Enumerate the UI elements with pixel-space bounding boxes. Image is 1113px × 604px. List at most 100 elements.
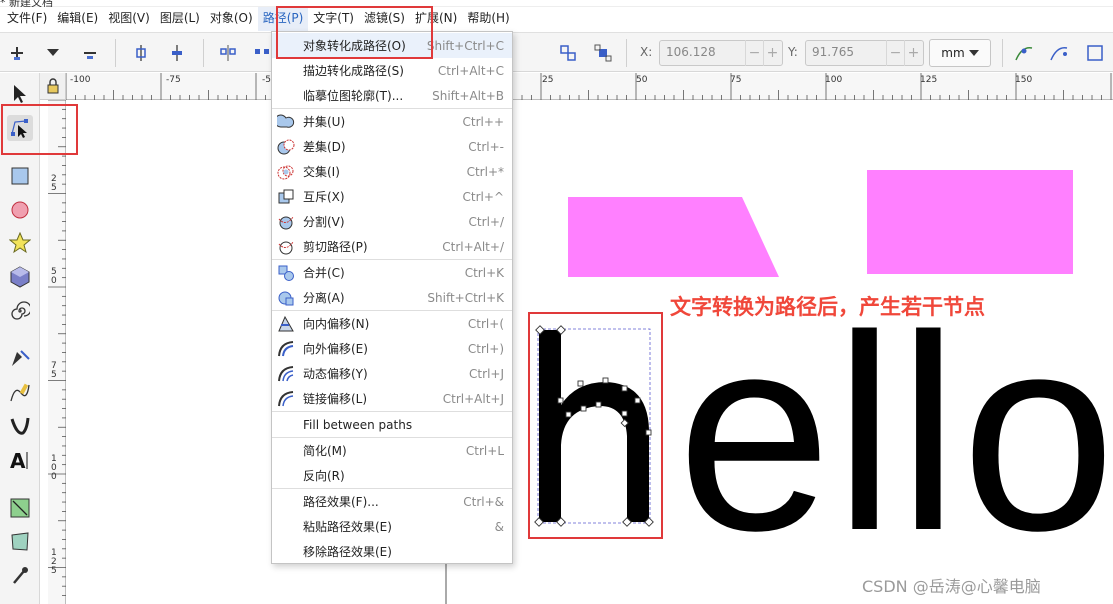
delete-segment-icon[interactable] <box>251 42 273 64</box>
rectangle-tool-icon[interactable] <box>7 163 33 189</box>
menu-linked-offset[interactable]: 链接偏移(L) Ctrl+Alt+J <box>272 386 512 411</box>
menu-dynamic-offset[interactable]: 动态偏移(Y) Ctrl+J <box>272 361 512 386</box>
trapezoid-shape <box>568 197 779 277</box>
menubar: 文件(F) 编辑(E) 视图(V) 图层(L) 对象(O) 路径(P) 文字(T… <box>0 7 1113 31</box>
mesh-tool-icon[interactable] <box>7 529 33 555</box>
menu-extensions[interactable]: 扩展(N) <box>410 7 462 31</box>
menu-division[interactable]: 分割(V) Ctrl+/ <box>272 209 512 234</box>
menu-item-label: 移除路径效果(E) <box>303 545 392 559</box>
hello-remaining-text: ello <box>677 277 1113 588</box>
menu-combine[interactable]: 合并(C) Ctrl+K <box>272 260 512 285</box>
insert-node-icon[interactable] <box>6 42 28 64</box>
menu-item-label: 粘贴路径效果(E) <box>303 520 392 534</box>
menu-cut-path[interactable]: 剪切路径(P) Ctrl+Alt+/ <box>272 234 512 259</box>
menu-remove-path-effect[interactable]: 移除路径效果(E) <box>272 539 512 564</box>
pencil-tool-icon[interactable] <box>7 379 33 405</box>
menu-item-shortcut: Ctrl+Alt+J <box>442 391 504 406</box>
menu-filters[interactable]: 滤镜(S) <box>359 7 410 31</box>
menu-outset[interactable]: 向外偏移(E) Ctrl+) <box>272 336 512 361</box>
menu-view[interactable]: 视图(V) <box>103 7 155 31</box>
menu-item-label: 分割(V) <box>303 215 345 229</box>
menu-item-label: 分离(A) <box>303 291 345 305</box>
menu-file[interactable]: 文件(F) <box>2 7 52 31</box>
menu-stroke-to-path[interactable]: 描边转化成路径(S) Ctrl+Alt+C <box>272 58 512 83</box>
menu-path-effects[interactable]: 路径效果(F)... Ctrl+& <box>272 489 512 514</box>
break-path-icon[interactable] <box>166 42 188 64</box>
gradient-tool-icon[interactable] <box>7 495 33 521</box>
menu-object-to-path[interactable]: 对象转化成路径(O) Shift+Ctrl+C <box>272 33 512 58</box>
calligraphy-tool-icon[interactable] <box>7 413 33 439</box>
3d-box-tool-icon[interactable] <box>7 264 33 290</box>
menu-item-shortcut: Ctrl+- <box>468 139 504 154</box>
menu-item-label: 剪切路径(P) <box>303 240 368 254</box>
menu-item-shortcut: Ctrl+) <box>467 341 504 356</box>
ruler-lock[interactable] <box>40 73 66 100</box>
x-label: X: <box>640 45 653 59</box>
menu-item-label: 并集(U) <box>303 115 346 129</box>
menu-item-label: 向外偏移(E) <box>303 342 368 356</box>
y-increment-button[interactable]: + <box>904 40 922 66</box>
menu-break-apart[interactable]: 分离(A) Shift+Ctrl+K <box>272 285 512 310</box>
show-clip-icon[interactable] <box>1085 42 1107 64</box>
node-tool-icon[interactable] <box>7 115 33 141</box>
difference-icon <box>277 138 295 156</box>
stroke-to-path-icon[interactable] <box>592 42 614 64</box>
ruler-label: 50 <box>51 267 57 286</box>
menu-item-label: 路径效果(F)... <box>303 495 379 509</box>
x-increment-button[interactable]: + <box>763 40 781 66</box>
join-nodes-icon[interactable] <box>130 42 152 64</box>
ruler-label: 150 <box>1015 75 1033 85</box>
menu-trace-bitmap[interactable]: 临摹位图轮廓(T)... Shift+Alt+B <box>272 83 512 108</box>
menu-item-label: 动态偏移(Y) <box>303 367 368 381</box>
spiral-tool-icon[interactable] <box>7 298 33 324</box>
delete-node-icon[interactable] <box>79 42 101 64</box>
menu-text[interactable]: 文字(T) <box>308 7 359 31</box>
menu-reverse[interactable]: 反向(R) <box>272 463 512 488</box>
ruler-label: 25 <box>51 174 57 193</box>
exclusion-icon <box>277 188 295 206</box>
lock-icon <box>47 78 58 94</box>
star-tool-icon[interactable] <box>7 230 33 256</box>
ellipse-tool-icon[interactable] <box>7 197 33 223</box>
ruler-label: 100 <box>825 75 843 85</box>
menu-help[interactable]: 帮助(H) <box>462 7 514 31</box>
vertical-ruler: 25 50 75 100 125 <box>48 100 66 604</box>
division-icon <box>277 213 295 231</box>
menu-item-label: 简化(M) <box>303 444 347 458</box>
path-menu-dropdown: 对象转化成路径(O) Shift+Ctrl+C 描边转化成路径(S) Ctrl+… <box>271 31 513 564</box>
menu-simplify[interactable]: 简化(M) Ctrl+L <box>272 438 512 463</box>
menu-item-label: 反向(R) <box>303 469 345 483</box>
object-to-path-icon[interactable] <box>557 42 579 64</box>
text-tool-icon[interactable]: A <box>7 447 33 473</box>
menu-item-shortcut: Ctrl+Alt+C <box>437 63 504 78</box>
menu-inset[interactable]: 向内偏移(N) Ctrl+( <box>272 311 512 336</box>
insert-dropdown-icon[interactable] <box>42 42 64 64</box>
x-decrement-button[interactable]: − <box>745 40 763 66</box>
menu-paste-path-effect[interactable]: 粘贴路径效果(E) & <box>272 514 512 539</box>
y-label: Y: <box>788 45 798 59</box>
menu-exclusion[interactable]: 互斥(X) Ctrl+^ <box>272 184 512 209</box>
spray-tool-icon[interactable] <box>7 593 33 604</box>
menu-item-shortcut: Ctrl+J <box>469 366 504 381</box>
join-segment-icon[interactable] <box>217 42 239 64</box>
y-decrement-button[interactable]: − <box>886 40 904 66</box>
h-path <box>539 330 649 522</box>
menu-item-label: Fill between paths <box>303 417 413 432</box>
menu-edit[interactable]: 编辑(E) <box>52 7 103 31</box>
unit-select[interactable]: mm <box>929 39 991 67</box>
menu-difference[interactable]: 差集(D) Ctrl+- <box>272 134 512 159</box>
pen-tool-icon[interactable] <box>7 345 33 371</box>
show-handles-icon[interactable] <box>1013 42 1035 64</box>
selector-tool-icon[interactable] <box>7 81 33 107</box>
menu-item-shortcut: Ctrl++ <box>462 114 504 129</box>
menu-fill-between-paths[interactable]: Fill between paths <box>272 412 512 437</box>
show-path-outline-icon[interactable] <box>1048 42 1070 64</box>
menu-layer[interactable]: 图层(L) <box>155 7 205 31</box>
menu-union[interactable]: 并集(U) Ctrl++ <box>272 109 512 134</box>
annotation-text: 文字转换为路径后，产生若干节点 <box>670 295 985 319</box>
menu-intersection[interactable]: 交集(I) Ctrl+* <box>272 159 512 184</box>
menu-path[interactable]: 路径(P) <box>257 7 309 31</box>
dropper-tool-icon[interactable] <box>7 563 33 589</box>
menu-item-shortcut: Shift+Ctrl+C <box>426 38 504 53</box>
menu-object[interactable]: 对象(O) <box>205 7 258 31</box>
